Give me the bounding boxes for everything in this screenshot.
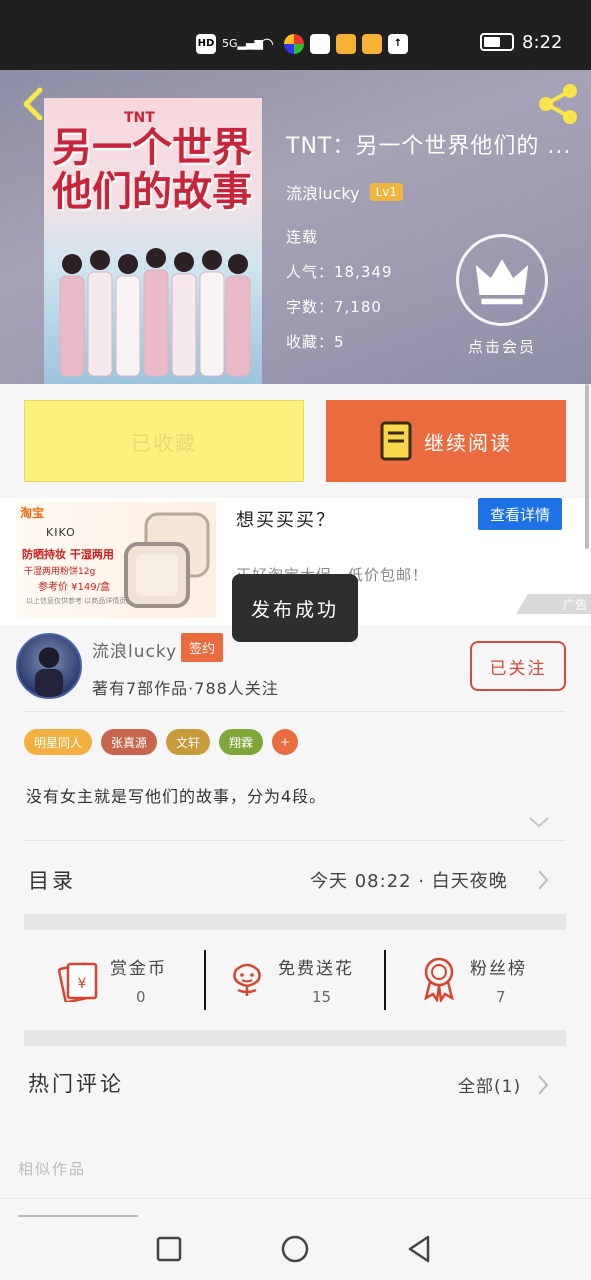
scrollbar[interactable]	[585, 384, 589, 549]
word-count: 字数：7,180	[286, 298, 382, 316]
stat-label: 粉丝榜	[470, 959, 527, 979]
cover-title-line2: 他们的故事	[52, 168, 252, 215]
clock: 8:22	[522, 32, 563, 53]
share-icon[interactable]	[534, 80, 582, 128]
author-row: 流浪lucky Lv1	[286, 180, 403, 204]
book-header: TNT 另一个世界 他们的故事 TNT：另一个世界他们的 ... 流浪lucky…	[0, 70, 591, 384]
divider	[18, 1215, 138, 1217]
vip-button[interactable]	[456, 234, 548, 326]
ad-title: 想买买买？	[236, 510, 336, 531]
app-icon	[284, 34, 304, 54]
huawei-app-icon	[310, 34, 330, 54]
book-title: TNT：另一个世界他们的 ...	[286, 134, 572, 159]
ad-price: 参考价 ¥149/盒	[38, 582, 110, 593]
continue-reading-button[interactable]: 继续阅读	[326, 400, 566, 482]
crown-icon	[475, 259, 529, 305]
stat-label: 免费送花	[278, 959, 354, 979]
view-details-button[interactable]: 查看详情	[478, 498, 562, 530]
ad-subline: 干湿两用粉饼12g	[24, 567, 96, 577]
chevron-right-icon[interactable]	[536, 869, 550, 891]
ad-image[interactable]: 淘宝 KIKO 防晒持妆 干湿两用 干湿两用粉饼12g 参考价 ¥149/盒 以…	[16, 502, 216, 618]
cover-photo	[59, 248, 251, 377]
svg-text:¥: ¥	[78, 976, 87, 992]
vip-label[interactable]: 点击会员	[468, 336, 536, 357]
flower-icon	[233, 963, 261, 996]
free-flower-stat[interactable]: 免费送花 15	[230, 950, 370, 1010]
upload-icon: ↑	[388, 34, 408, 54]
recent-apps-icon[interactable]	[153, 1233, 185, 1265]
status-icons: HD 5G▂▄▆ ◠ ↑	[196, 32, 408, 56]
book-summary: 没有女主就是写他们的故事，分为4段。	[26, 787, 327, 806]
divider	[24, 711, 566, 712]
stat-label: 赏金币	[110, 959, 167, 979]
follow-button[interactable]: 已关注	[470, 641, 566, 691]
stat-value: 15	[312, 988, 332, 1006]
stat-separator	[384, 950, 386, 1010]
hot-comments-title: 热门评论	[28, 1072, 124, 1096]
system-nav-bar	[0, 1198, 591, 1280]
all-comments-link[interactable]: 全部(1)	[458, 1072, 521, 1097]
weibo-icon	[336, 34, 356, 54]
home-icon[interactable]	[279, 1233, 311, 1265]
compact-product-image	[124, 512, 210, 608]
wifi-icon: ◠	[260, 34, 274, 53]
stat-value: 0	[136, 988, 146, 1006]
tag-item[interactable]: 文轩	[166, 729, 211, 755]
back-icon[interactable]	[404, 1233, 436, 1265]
collection-count: 收藏：5	[286, 333, 345, 351]
collected-button[interactable]: 已收藏	[24, 400, 304, 482]
ad-label: 广告	[516, 594, 591, 614]
ad-brand: KIKO	[46, 526, 76, 539]
ad-headline: 防晒持妆 干湿两用	[22, 548, 114, 561]
signal-indicator: 5G▂▄▆	[222, 37, 263, 50]
author-name[interactable]: 流浪lucky	[286, 180, 360, 204]
taobao-logo: 淘宝	[20, 506, 45, 520]
stat-separator	[204, 950, 206, 1010]
hd-indicator: HD	[196, 34, 216, 54]
ad-label-text: 广告	[562, 597, 587, 612]
battery-icon	[480, 33, 514, 51]
weibo-icon	[362, 34, 382, 54]
continue-reading-label: 继续阅读	[424, 430, 512, 455]
book-cover[interactable]: TNT 另一个世界 他们的故事	[44, 98, 262, 384]
hot-comments-section: 热门评论 全部(1) 相似作品	[0, 1046, 591, 1198]
popularity: 人气：18,349	[286, 263, 393, 281]
cover-title: 另一个世界 他们的故事	[52, 126, 252, 214]
medal-icon	[424, 957, 454, 1002]
avatar[interactable]	[16, 633, 82, 699]
tag-item[interactable]: 张真源	[101, 729, 158, 755]
chevron-right-icon[interactable]	[536, 1074, 550, 1096]
avatar-image	[34, 647, 64, 697]
tag-item[interactable]: 明星同人	[24, 729, 93, 755]
book-icon	[380, 421, 412, 461]
author-name-secondary[interactable]: 流浪lucky	[92, 637, 177, 662]
signal-text: 5G	[222, 37, 238, 50]
action-bar: 已收藏 继续阅读	[0, 384, 591, 498]
section-separator	[24, 914, 566, 930]
toc-label[interactable]: 目录	[28, 865, 76, 895]
toast-message: 发布成功	[232, 574, 358, 642]
reward-coins-stat[interactable]: ¥ 赏金币 0	[56, 950, 186, 1010]
tag-list: 明星同人 张真源 文轩 翔霖 +	[24, 729, 299, 755]
latest-chapter[interactable]: 今天 08:22 · 白天夜晚	[310, 867, 508, 893]
author-stats: 著有7部作品·788人关注	[92, 679, 279, 698]
section-separator	[24, 1030, 566, 1046]
similar-works-title: 相似作品	[18, 1160, 87, 1178]
signed-badge: 签约	[181, 633, 224, 662]
level-badge: Lv1	[369, 183, 403, 201]
red-envelope-icon: ¥	[57, 962, 98, 1002]
stat-value: 7	[496, 988, 506, 1006]
status-bar: HD 5G▂▄▆ ◠ ↑ 8:22	[0, 0, 591, 70]
serial-status: 连载	[286, 228, 319, 246]
cover-title-line1: 另一个世界	[52, 124, 252, 171]
author-section: 流浪lucky 签约 著有7部作品·788人关注 已关注 明星同人 张真源 文轩…	[0, 625, 591, 1046]
tag-item[interactable]: 翔霖	[219, 729, 264, 755]
divider	[24, 840, 566, 841]
add-tag-button[interactable]: +	[272, 729, 299, 755]
fan-rank-stat[interactable]: 粉丝榜 7	[420, 950, 550, 1010]
chevron-down-icon[interactable]	[528, 815, 550, 829]
